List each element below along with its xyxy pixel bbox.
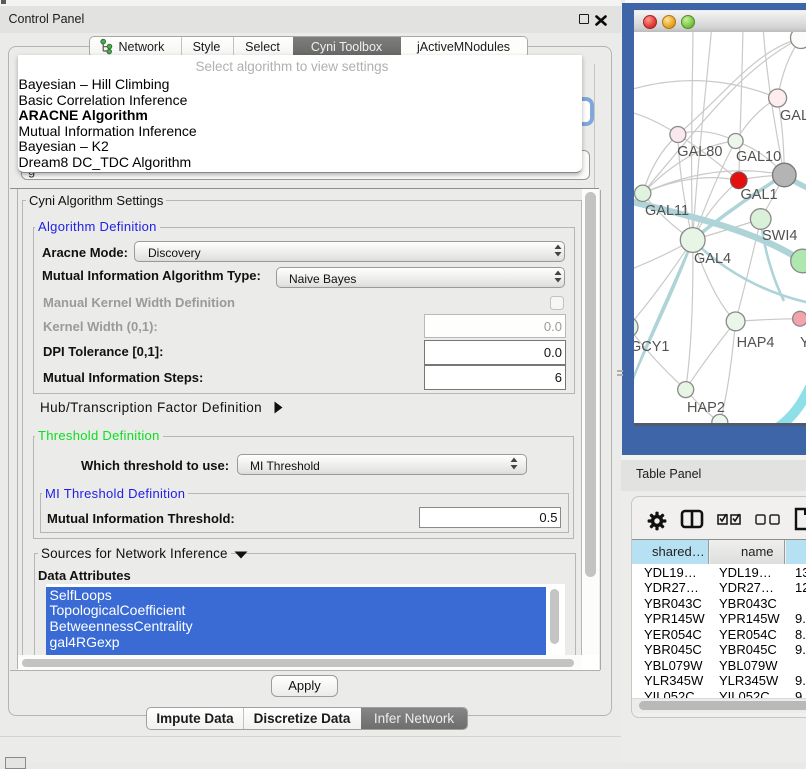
svg-text:HAP2: HAP2 xyxy=(687,400,725,416)
svg-text:SWI4: SWI4 xyxy=(762,228,797,244)
svg-text:GAL4: GAL4 xyxy=(694,251,731,267)
svg-text:Y: Y xyxy=(800,335,806,351)
svg-text:GAL1: GAL1 xyxy=(741,187,778,203)
svg-text:GAL80: GAL80 xyxy=(677,144,722,160)
svg-text:GAL11: GAL11 xyxy=(645,203,689,219)
svg-text:HAP4: HAP4 xyxy=(737,335,775,351)
svg-text:GCY1: GCY1 xyxy=(634,339,670,355)
svg-text:GAL10: GAL10 xyxy=(736,149,781,165)
svg-text:GAL2: GAL2 xyxy=(780,108,806,124)
